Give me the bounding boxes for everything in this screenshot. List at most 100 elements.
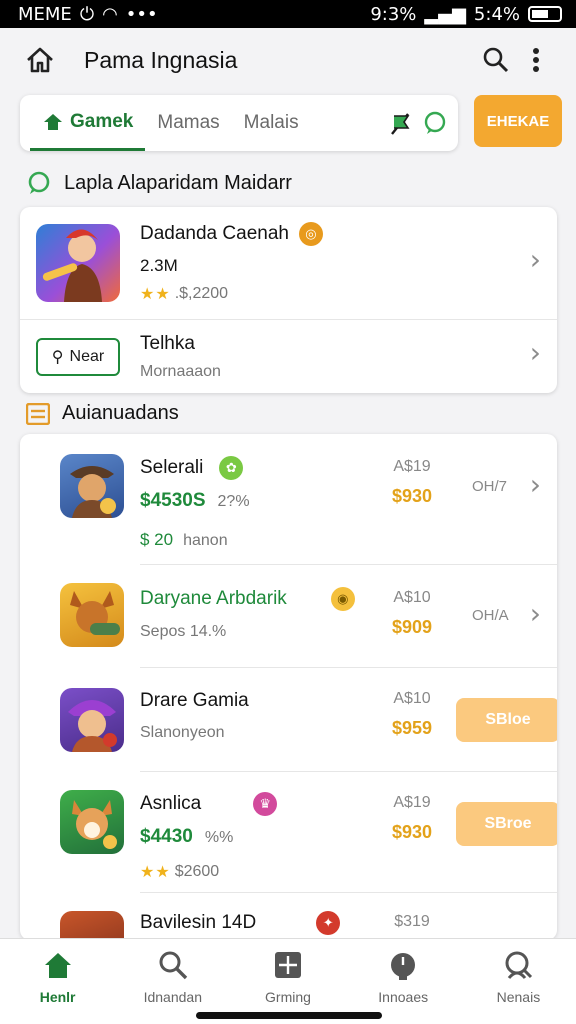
page-title: Pama Ingnasia <box>84 46 238 73</box>
rating-stars-icon: ★★ <box>140 286 171 303</box>
tag-label: Near <box>69 347 105 365</box>
game-title: Bavilesin 14D <box>140 912 257 933</box>
rating-stars-icon: ★★ <box>140 864 171 881</box>
list-item[interactable]: Selerali ✿ $4530S 2?% $ 20 hanon A$19 $9… <box>20 434 557 564</box>
nav-label: Henlr <box>39 989 76 1005</box>
game-thumbnail <box>60 911 124 940</box>
app-bar: Pama Ingnasia <box>0 28 576 92</box>
action-button[interactable]: EHEKAE <box>474 95 562 147</box>
price-current: $930 <box>391 822 433 842</box>
user-icon <box>500 947 536 983</box>
search-icon[interactable] <box>476 40 516 80</box>
coin-badge-icon: ◎ <box>298 222 323 246</box>
promo-price: $4530S <box>140 490 206 511</box>
status-time: 9:3% <box>370 3 417 25</box>
nav-home[interactable]: Henlr <box>0 939 115 1024</box>
price-column: A$10 $909 <box>382 589 442 638</box>
search-icon <box>155 947 191 983</box>
price-original: A$19 <box>393 458 431 475</box>
tab-label: Mamas <box>157 112 220 133</box>
price-current: $930 <box>391 486 433 506</box>
carrier-text: MEME <box>18 3 72 25</box>
section-title: Auianuadans <box>62 402 179 424</box>
game-title: Daryane Arbdarik <box>140 588 287 609</box>
home-icon <box>40 947 76 983</box>
price-original: $319 <box>394 913 430 930</box>
featured-item[interactable]: Dadanda Caenah ◎ 2.3M ★★ .$,2200 › <box>20 207 557 319</box>
game-thumbnail <box>60 688 124 752</box>
games-list: Selerali ✿ $4530S 2?% $ 20 hanon A$19 $9… <box>20 434 557 940</box>
leaf-badge-icon: ✿ <box>219 456 244 480</box>
game-subtitle: Slanonyeon <box>140 724 225 741</box>
aux-label: OH/7 <box>472 478 508 495</box>
game-thumbnail <box>60 454 124 518</box>
promo-note: %% <box>204 829 234 846</box>
more-dots-icon: ••• <box>125 3 158 25</box>
tab-games[interactable]: Gamek <box>30 95 146 151</box>
chevron-right-icon: › <box>529 336 541 369</box>
featured-heading: Lapla Alaparidam Maidarr <box>26 170 292 196</box>
price-current: $959 <box>391 718 433 738</box>
pin-icon: ⚲ <box>51 348 64 366</box>
chevron-right-icon: › <box>529 597 541 630</box>
home-indicator[interactable] <box>196 1012 382 1019</box>
list-item[interactable]: Asnlica ♛ $4430 %% ★★ $2600 A$19 $930 SB… <box>20 772 557 892</box>
price-original: A$10 <box>393 690 431 707</box>
list-item[interactable]: Bavilesin 14D ✦ $319 <box>20 893 557 940</box>
grid-icon <box>270 947 306 983</box>
featured-card: Dadanda Caenah ◎ 2.3M ★★ .$,2200 › ⚲ Nea… <box>20 207 557 393</box>
coin-badge-icon: ◉ <box>330 587 355 611</box>
nav-profile[interactable]: Nenais <box>461 939 576 1024</box>
flag-icon[interactable] <box>388 110 414 136</box>
wifi-icon: ◠ <box>102 3 118 25</box>
battery-icon <box>528 6 562 22</box>
nav-label: Idnandan <box>143 989 202 1005</box>
near-tag[interactable]: ⚲ Near <box>36 337 120 376</box>
alarm-icon: ⏻ <box>79 3 95 25</box>
chat-bubble-icon[interactable] <box>422 110 448 136</box>
price-original: A$19 <box>393 794 431 811</box>
home-icon[interactable] <box>20 40 60 80</box>
game-title: Drare Gamia <box>140 690 249 711</box>
promo-price: $4430 <box>140 826 193 847</box>
list-item[interactable]: Daryane Arbdarik ◉ Sepos 14.% A$10 $909 … <box>20 565 557 667</box>
tab-malais[interactable]: Malais <box>232 95 311 151</box>
game-size: 2.3M <box>140 256 178 275</box>
promo-note: 2?% <box>217 493 250 510</box>
price-column: A$19 $930 <box>382 794 442 843</box>
crown-badge-icon: ♛ <box>253 792 278 816</box>
tab-label: Gamek <box>70 110 134 132</box>
signal-icon: ▂▄▆ <box>424 3 466 25</box>
list-item[interactable]: Drare Gamia Slanonyeon A$10 $959 SBloe <box>20 668 557 771</box>
tab-bar: Gamek Mamas Malais <box>20 95 458 151</box>
fire-badge-icon: ✦ <box>316 911 341 935</box>
status-bar: MEME ⏻ ◠ ••• 9:3% ▂▄▆ 5:4% <box>0 0 576 28</box>
price-column: A$10 $959 <box>382 690 442 739</box>
featured-item[interactable]: ⚲ Near Telhka Mornaaaon › <box>20 320 557 393</box>
game-thumbnail <box>60 790 124 854</box>
buy-button[interactable]: SBloe <box>456 698 557 742</box>
overflow-menu-icon[interactable] <box>516 40 556 80</box>
battery-percent: 5:4% <box>473 3 520 25</box>
rating-text: $2600 <box>174 863 220 880</box>
chat-bubble-icon <box>28 171 50 194</box>
price-column: $319 <box>382 913 442 931</box>
game-thumbnail <box>60 583 124 647</box>
extra-price: $ 20 <box>140 530 174 549</box>
game-subtitle: Sepos 14.% <box>140 623 227 640</box>
chevron-right-icon: › <box>529 468 541 501</box>
price-current: $909 <box>391 617 433 637</box>
nav-label: Innoaes <box>378 989 429 1005</box>
tab-mamas[interactable]: Mamas <box>145 95 231 151</box>
rating-text: .$,2200 <box>174 285 229 302</box>
game-title: Asnlica <box>140 793 202 814</box>
house-tab-icon <box>44 113 62 130</box>
list-icon <box>26 402 50 425</box>
buy-button[interactable]: SBroe <box>456 802 557 846</box>
nav-label: Grming <box>265 989 311 1005</box>
list-heading: Auianuadans <box>26 402 179 425</box>
tab-label: Malais <box>243 112 299 133</box>
timer-icon <box>385 947 421 983</box>
extra-note: hanon <box>183 532 228 549</box>
nav-label: Nenais <box>496 989 541 1005</box>
